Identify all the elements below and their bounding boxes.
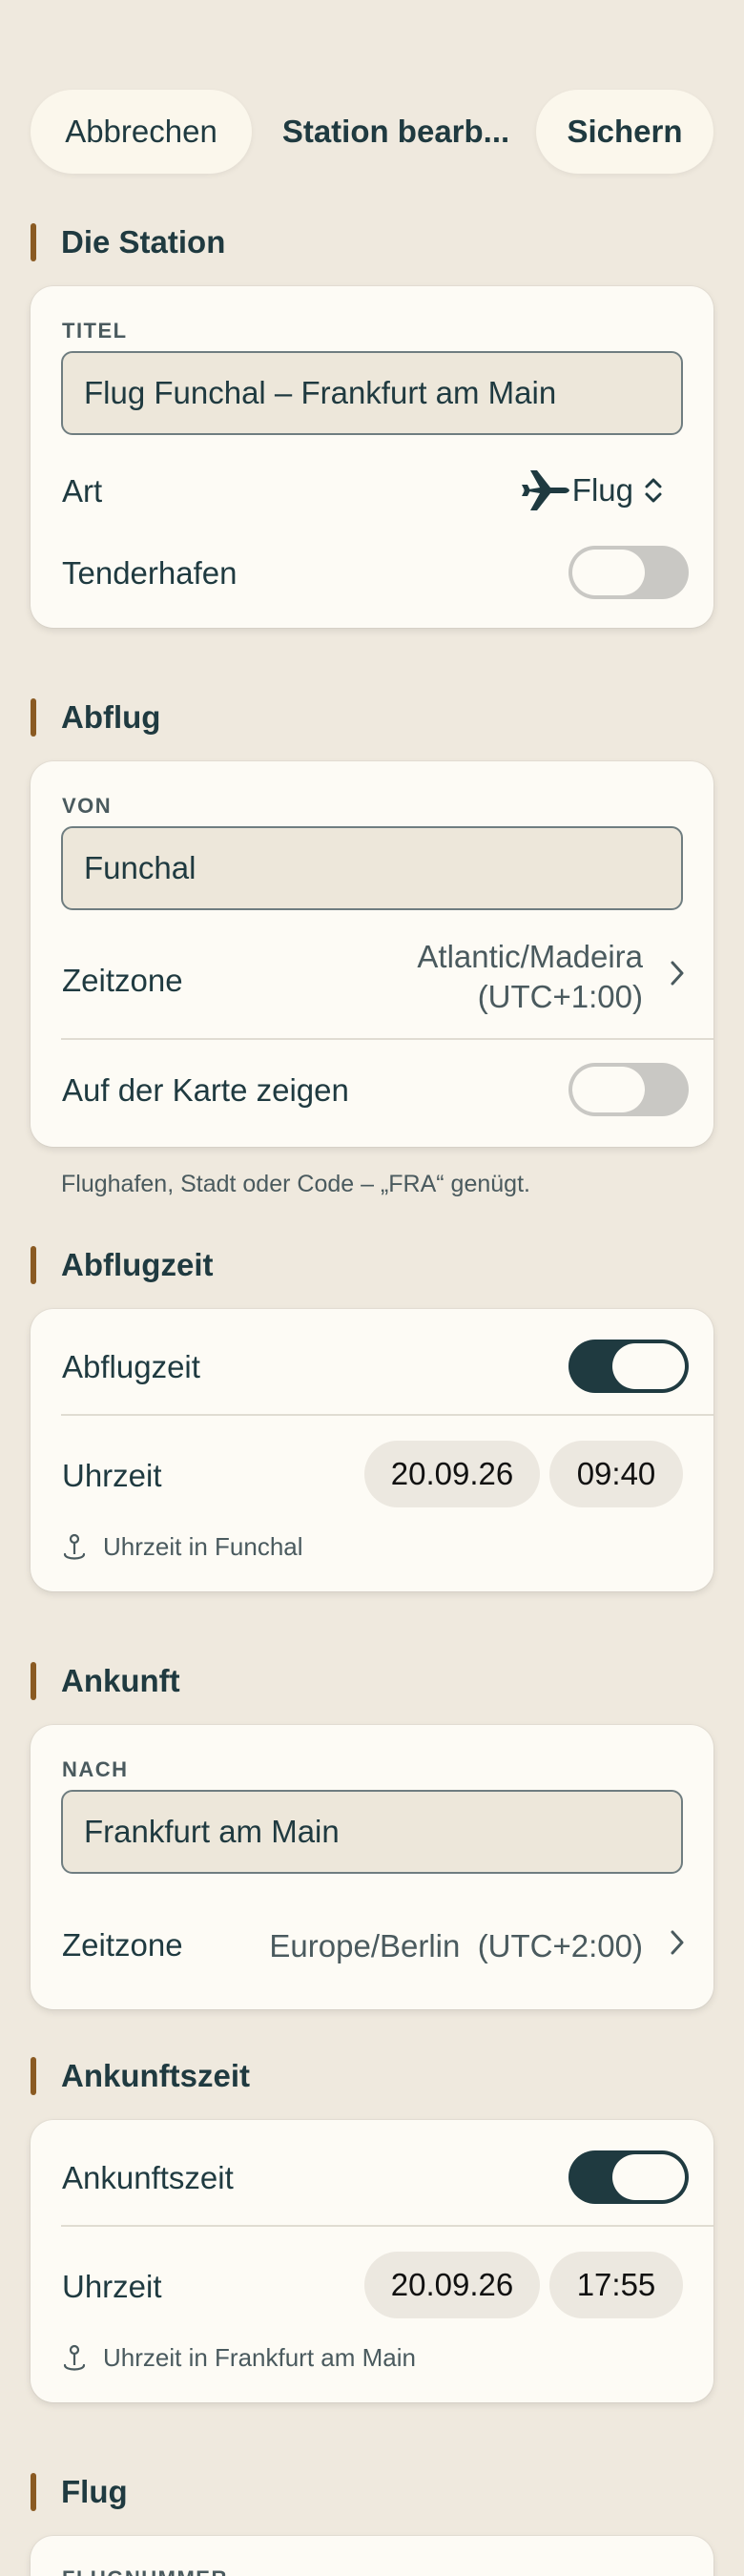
section-title: Abflug	[61, 699, 161, 735]
to-field-label: NACH	[62, 1757, 129, 1781]
show-on-map-label: Auf der Karte zeigen	[62, 1072, 349, 1108]
toggle-knob	[572, 550, 645, 595]
tender-label: Tenderhafen	[62, 555, 238, 591]
timezone-label: Zeitzone	[62, 1927, 183, 1963]
section-accent-bar	[31, 1246, 36, 1284]
type-picker[interactable]: Flug	[521, 464, 666, 517]
type-label: Art	[62, 473, 103, 509]
departure-date-chip[interactable]: 20.09.26	[364, 1441, 540, 1507]
timezone-value: Atlantic/Madeira (UTC+1:00)	[261, 937, 643, 1017]
flight-card: FLUGNUMMER	[31, 2536, 713, 2576]
arrival-timezone-row[interactable]: Zeitzone Europe/Berlin (UTC+2:00)	[31, 1906, 713, 1986]
tender-toggle[interactable]	[568, 546, 689, 599]
airplane-icon	[521, 470, 569, 510]
toggle-knob	[612, 1343, 685, 1389]
section-accent-bar	[31, 2473, 36, 2511]
arrival-time-toggle-label: Ankunftszeit	[62, 2160, 234, 2195]
timezone-label: Zeitzone	[62, 963, 183, 998]
timezone-offset: (UTC+1:00)	[477, 979, 643, 1014]
note-text: Uhrzeit in Funchal	[103, 1532, 303, 1561]
divider	[61, 2225, 713, 2227]
top-bar: Abbrechen Station bearb... Sichern	[0, 0, 744, 181]
section-header-arrival-time: Ankunftszeit	[31, 2057, 250, 2095]
note-text: Uhrzeit in Frankfurt am Main	[103, 2343, 416, 2372]
departure-time-toggle-label: Abflugzeit	[62, 1349, 200, 1384]
departure-timezone-row[interactable]: Zeitzone Atlantic/Madeira (UTC+1:00)	[31, 929, 713, 1034]
section-header-departure: Abflug	[31, 698, 160, 737]
to-input[interactable]: Frankfurt am Main	[61, 1790, 683, 1874]
page-title: Station bearb...	[281, 114, 510, 149]
departure-card: VON Funchal Zeitzone Atlantic/Madeira (U…	[31, 761, 713, 1147]
from-field-label: VON	[62, 794, 113, 818]
arrival-time-chip[interactable]: 17:55	[549, 2252, 683, 2318]
arrival-time-toggle[interactable]	[568, 2150, 689, 2204]
divider	[61, 1038, 713, 1040]
section-title: Ankunft	[61, 1663, 180, 1698]
section-title: Die Station	[61, 224, 226, 260]
section-header-station: Die Station	[31, 223, 225, 261]
title-field-label: TITEL	[62, 319, 128, 343]
time-label: Uhrzeit	[62, 2269, 162, 2304]
cancel-button[interactable]: Abbrechen	[31, 90, 252, 174]
title-input[interactable]: Flug Funchal – Frankfurt am Main	[61, 351, 683, 435]
departure-hint: Flughafen, Stadt oder Code – „FRA“ genüg…	[61, 1171, 530, 1197]
section-title: Flug	[61, 2474, 128, 2509]
section-header-flight: Flug	[31, 2473, 128, 2511]
toggle-knob	[572, 1067, 645, 1112]
flight-number-label: FLUGNUMMER	[62, 2566, 228, 2576]
arrival-card: NACH Frankfurt am Main Zeitzone Europe/B…	[31, 1725, 713, 2009]
timezone-value: Europe/Berlin (UTC+2:00)	[269, 1928, 643, 1963]
arrival-time-card: Ankunftszeit Uhrzeit 20.09.26 17:55 Uhrz…	[31, 2120, 713, 2402]
chevron-right-icon	[670, 1927, 685, 1964]
departure-time-chip[interactable]: 09:40	[549, 1441, 683, 1507]
section-accent-bar	[31, 1662, 36, 1700]
chevron-right-icon	[670, 958, 685, 995]
departure-time-toggle[interactable]	[568, 1340, 689, 1393]
timezone-name: Atlantic/Madeira	[417, 939, 643, 974]
divider	[61, 1414, 713, 1416]
section-accent-bar	[31, 2057, 36, 2095]
pin-icon	[63, 1533, 86, 1560]
section-accent-bar	[31, 223, 36, 261]
toggle-knob	[612, 2154, 685, 2200]
section-header-arrival: Ankunft	[31, 1662, 180, 1700]
save-button[interactable]: Sichern	[536, 90, 713, 174]
from-input[interactable]: Funchal	[61, 826, 683, 910]
section-accent-bar	[31, 698, 36, 737]
arrival-date-chip[interactable]: 20.09.26	[364, 2252, 540, 2318]
section-title: Abflugzeit	[61, 1247, 214, 1282]
station-card: TITEL Flug Funchal – Frankfurt am Main A…	[31, 286, 713, 628]
departure-time-note: Uhrzeit in Funchal	[61, 1532, 303, 1562]
departure-time-card: Abflugzeit Uhrzeit 20.09.26 09:40 Uhrzei…	[31, 1309, 713, 1591]
up-down-chevron-icon	[645, 478, 662, 503]
show-on-map-toggle[interactable]	[568, 1063, 689, 1116]
section-header-departure-time: Abflugzeit	[31, 1246, 213, 1284]
type-value: Flug	[571, 472, 633, 508]
section-title: Ankunftszeit	[61, 2058, 250, 2093]
arrival-time-note: Uhrzeit in Frankfurt am Main	[61, 2343, 416, 2373]
pin-icon	[63, 2344, 86, 2371]
time-label: Uhrzeit	[62, 1458, 162, 1493]
